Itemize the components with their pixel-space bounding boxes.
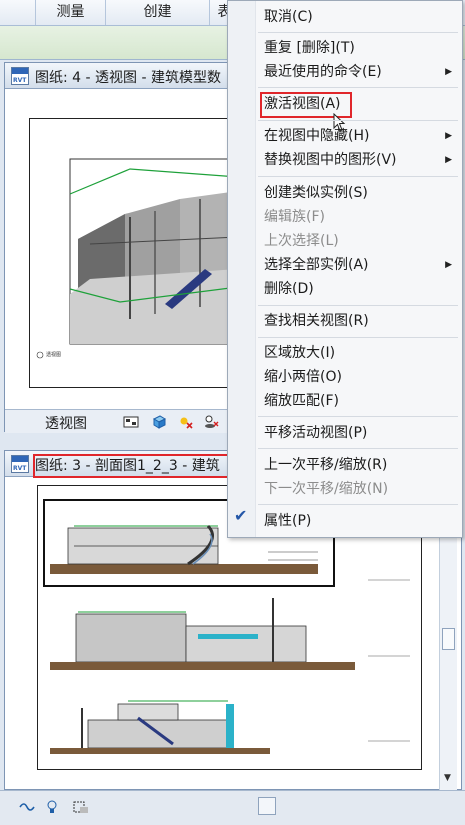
scroll-down-arrow-icon[interactable]: ▼ — [444, 773, 451, 783]
menu-separator — [258, 504, 458, 505]
menu-item-label: 替换视图中的图形(V) — [264, 152, 397, 168]
menu-separator — [258, 120, 458, 121]
shadows-icon[interactable] — [203, 414, 219, 429]
ribbon-tab-partial[interactable] — [0, 0, 36, 25]
status-bar — [0, 790, 465, 825]
submenu-arrow-icon: ▶ — [445, 131, 452, 141]
menu-separator — [258, 305, 458, 306]
menu-item-zoom-out-2x[interactable]: 缩小两倍(O) — [256, 365, 460, 389]
menu-item-pan-active-view[interactable]: 平移活动视图(P) — [256, 421, 460, 445]
menu-item-zoom-to-fit[interactable]: 缩放匹配(F) — [256, 389, 460, 413]
perspective-drawing — [30, 119, 239, 387]
menu-separator — [258, 416, 458, 417]
menu-gutter — [228, 1, 256, 537]
cube-icon[interactable] — [151, 414, 167, 429]
sheet-icon: RVT — [11, 67, 29, 85]
submenu-arrow-icon: ▶ — [445, 155, 452, 165]
drawing-sheet[interactable]: 透视图 — [29, 118, 239, 388]
menu-item-label: 选择全部实例(A) — [264, 257, 369, 273]
menu-item-delete[interactable]: 删除(D) — [256, 277, 460, 301]
scroll-thumb[interactable] — [442, 628, 455, 650]
menu-item-find-referring-views[interactable]: 查找相关视图(R) — [256, 309, 460, 333]
menu-item-previous-pan-zoom[interactable]: 上一次平移/缩放(R) — [256, 453, 460, 477]
menu-item-hide-in-view[interactable]: 在视图中隐藏(H) ▶ — [256, 124, 460, 148]
horizontal-scroll-thumb[interactable] — [258, 797, 276, 815]
menu-item-recent-commands[interactable]: 最近使用的命令(E) ▶ — [256, 60, 460, 84]
menu-separator — [258, 176, 458, 177]
visual-style-icon[interactable] — [123, 414, 139, 429]
menu-separator — [258, 448, 458, 449]
menu-item-cancel[interactable]: 取消(C) — [256, 5, 460, 29]
menu-separator — [258, 87, 458, 88]
menu-item-select-all-instances[interactable]: 选择全部实例(A) ▶ — [256, 253, 460, 277]
context-menu: 取消(C) 重复 [删除](T) 最近使用的命令(E) ▶ 激活视图(A) 在视图… — [227, 0, 463, 538]
menu-item-previous-selection: 上次选择(L) — [264, 233, 339, 249]
sun-path-icon[interactable] — [177, 414, 193, 429]
crop-icon[interactable] — [72, 799, 90, 815]
submenu-arrow-icon: ▶ — [445, 260, 452, 270]
menu-item-create-similar[interactable]: 创建类似实例(S) — [256, 181, 460, 205]
submenu-arrow-icon: ▶ — [445, 67, 452, 77]
menu-item-repeat[interactable]: 重复 [删除](T) — [256, 36, 460, 60]
bulb-icon[interactable] — [46, 799, 58, 815]
worksharing-icon[interactable] — [18, 799, 36, 815]
menu-item-zoom-region[interactable]: 区域放大(I) — [256, 341, 460, 365]
menu-item-properties[interactable]: 属性(P) — [256, 509, 460, 533]
view-title: 图纸: 4 - 透视图 - 建筑模型数 — [35, 70, 221, 86]
ribbon-tab-create[interactable]: 创建 — [106, 0, 210, 25]
sheet-icon-section: RVT — [11, 455, 29, 473]
check-icon: ✔ — [234, 506, 248, 525]
menu-item-label: 在视图中隐藏(H) — [264, 128, 370, 144]
menu-separator — [258, 32, 458, 33]
ribbon-tab-measure[interactable]: 测量 — [36, 0, 106, 25]
menu-item-override-graphics[interactable]: 替换视图中的图形(V) ▶ — [256, 148, 460, 172]
menu-separator — [258, 337, 458, 338]
menu-item-next-pan-zoom: 下一次平移/缩放(N) — [264, 481, 389, 497]
menu-item-edit-family: 编辑族(F) — [264, 209, 325, 225]
title-highlight-box — [33, 454, 235, 478]
view-name-label: 透视图 — [45, 416, 87, 432]
menu-item-label: 最近使用的命令(E) — [264, 64, 382, 80]
sheet-view-label: 透视图 — [46, 352, 62, 358]
